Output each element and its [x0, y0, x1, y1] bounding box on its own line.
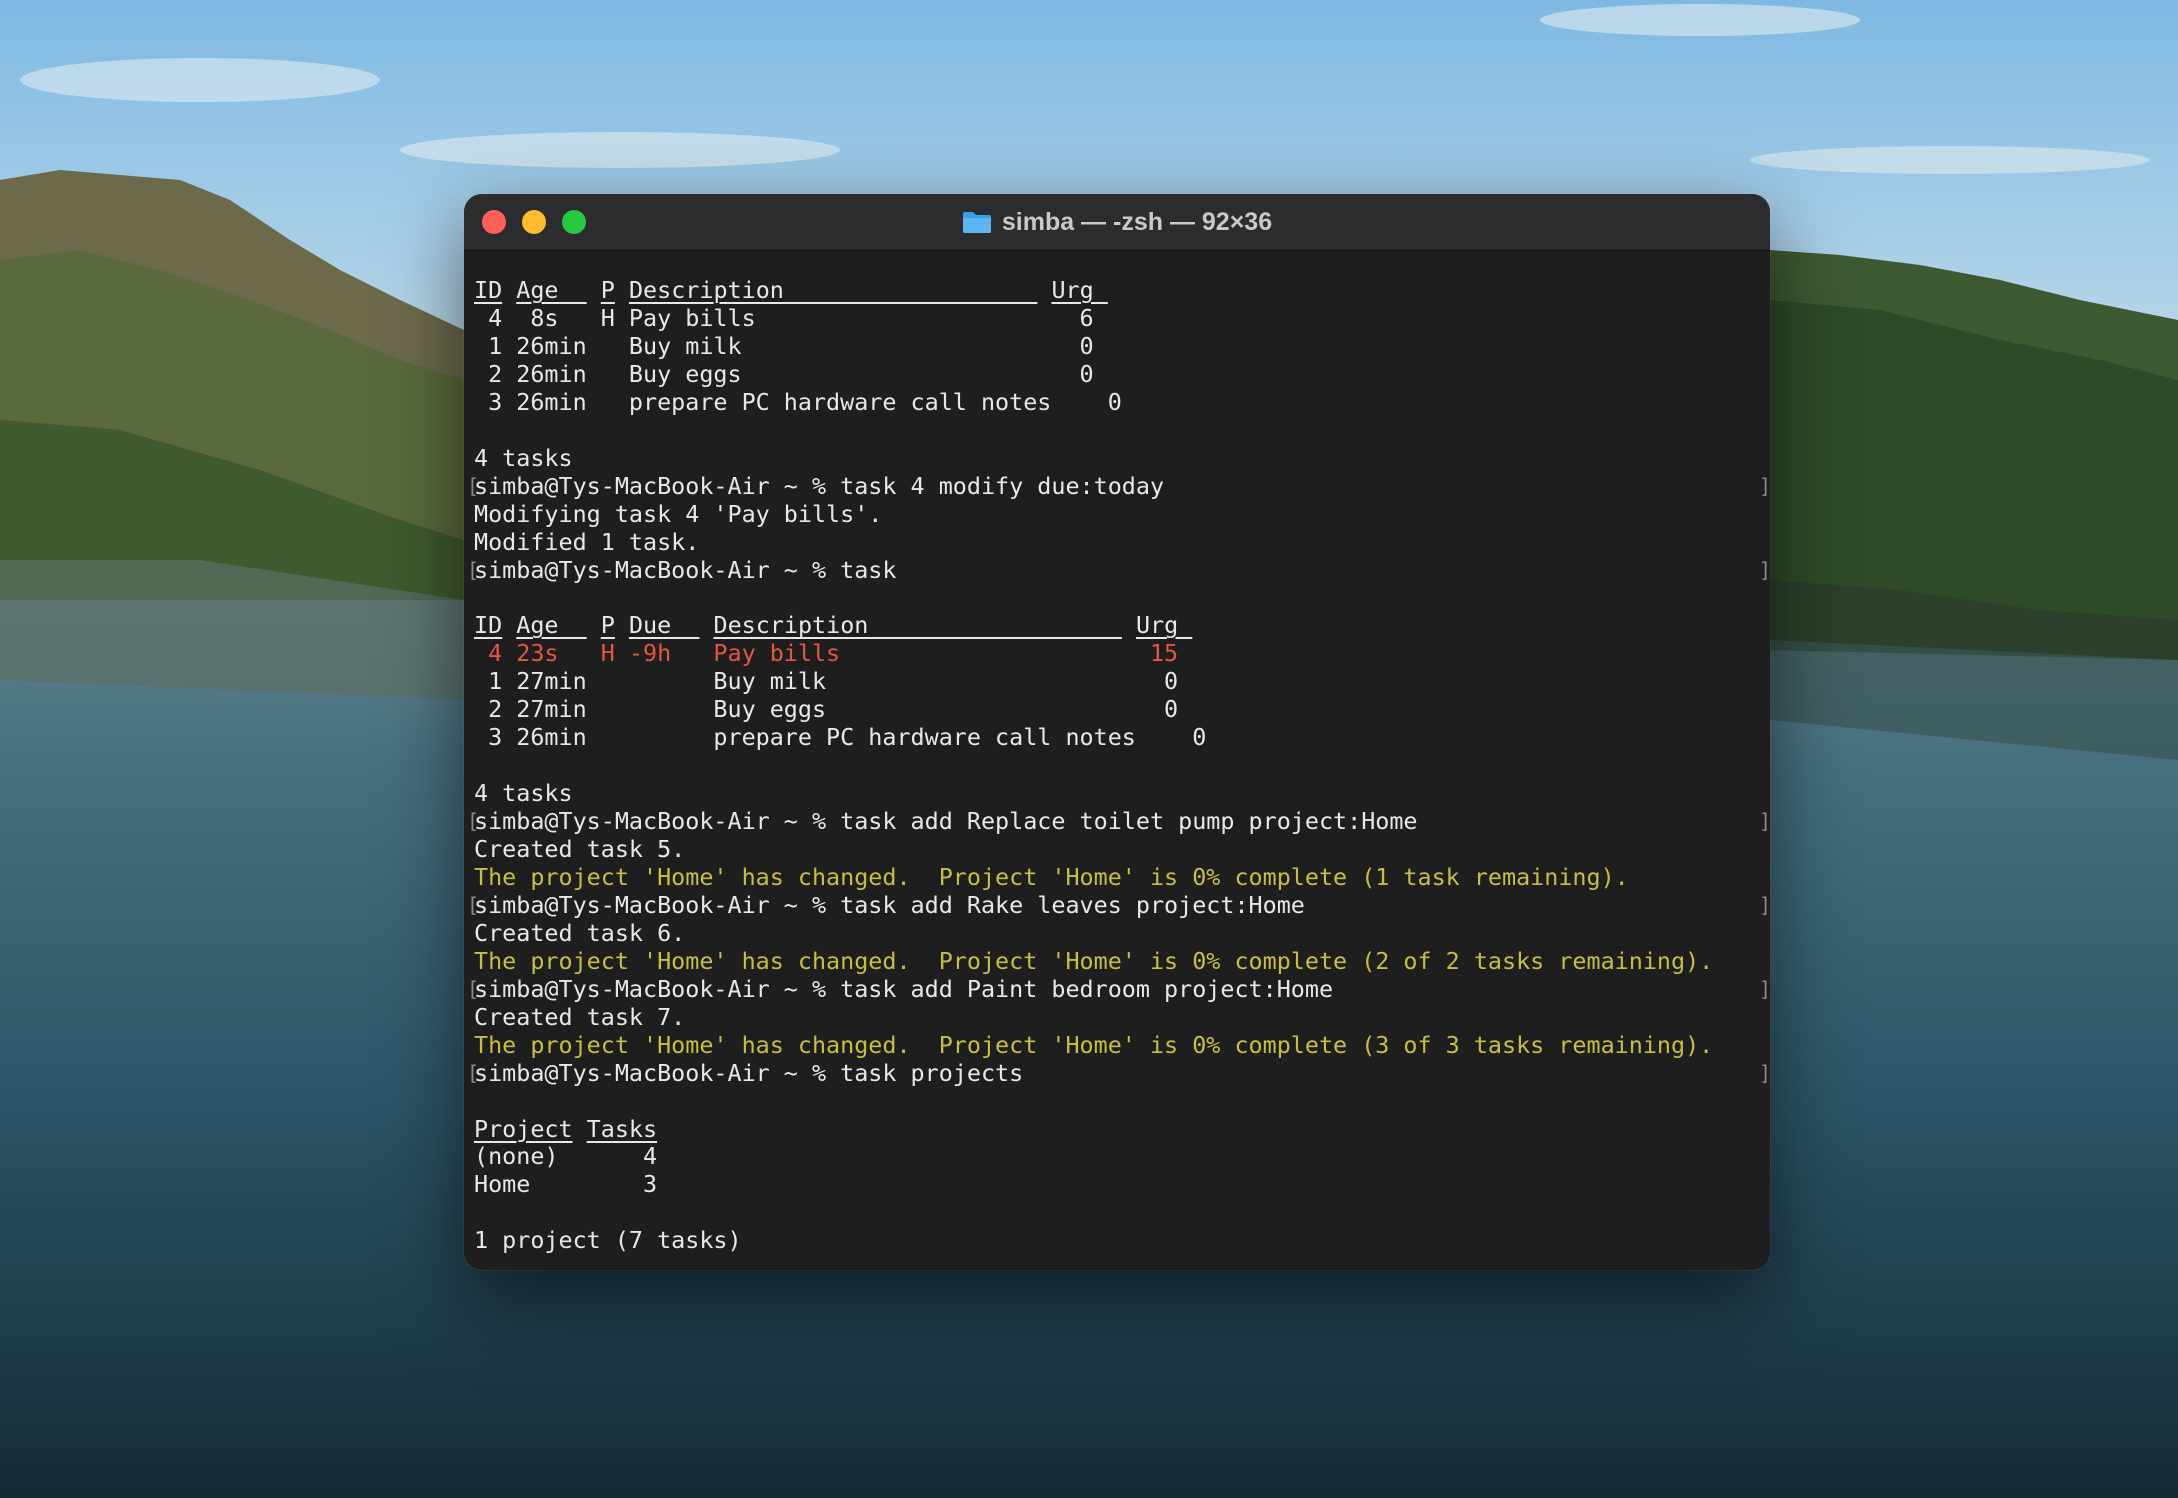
column-header: Urg: [1135, 611, 1193, 640]
column-header: P: [600, 276, 615, 304]
line-text: [615, 276, 629, 304]
line-text: Modifying task 4 'Pay bills'.: [474, 499, 883, 528]
output-line: 4 tasks: [474, 779, 573, 807]
prompt-line: simba@Tys-MacBook-Air ~ % task projects: [474, 1059, 1023, 1087]
line-text: [699, 611, 713, 639]
output-line: 4 8s H Pay bills 6: [474, 304, 1094, 332]
prompt-mark-left: [: [467, 976, 480, 1001]
column-header: ID: [474, 276, 503, 304]
line-text: 1 27min Buy milk 0: [474, 667, 1179, 696]
output-line: 3 26min prepare PC hardware call notes 0: [474, 723, 1206, 751]
line-text: (none) 4: [474, 1142, 658, 1171]
folder-icon: [962, 212, 991, 233]
prompt-mark-right: ]: [1759, 892, 1770, 917]
output-line: Created task 6.: [474, 919, 685, 947]
output-line: The project 'Home' has changed. Project …: [474, 863, 1629, 891]
terminal-window[interactable]: simba — -zsh — 92×36 ID Age P Descriptio…: [464, 194, 1770, 1270]
line-text: simba@Tys-MacBook-Air ~ % task add Paint…: [474, 974, 1334, 1003]
prompt-mark-left: [: [467, 1060, 480, 1085]
column-header: Tasks: [586, 1114, 658, 1143]
output-line: ID Age P Due Description Urg: [474, 611, 1192, 639]
prompt-mark-left: [: [467, 892, 480, 917]
line-text: 3 26min prepare PC hardware call notes 0: [474, 723, 1207, 752]
output-line: The project 'Home' has changed. Project …: [474, 1031, 1713, 1059]
line-text: 4 8s H Pay bills 6: [474, 303, 1094, 332]
column-header: Age: [516, 276, 587, 304]
line-text: Modified 1 task.: [474, 527, 700, 556]
output-line: 2 27min Buy eggs 0: [474, 695, 1178, 723]
line-text: simba@Tys-MacBook-Air ~ % task add Rake …: [474, 890, 1305, 919]
prompt-mark-right: ]: [1759, 557, 1770, 582]
prompt-line: simba@Tys-MacBook-Air ~ % task 4 modify …: [474, 472, 1164, 500]
column-header: ID: [474, 611, 503, 640]
output-line: 3 26min prepare PC hardware call notes 0: [474, 388, 1122, 416]
line-text: [1122, 611, 1136, 639]
column-header: Description: [628, 276, 1038, 304]
line-text: Home 3: [474, 1170, 658, 1199]
prompt-mark-right: ]: [1759, 809, 1770, 834]
line-text: Created task 7.: [474, 1002, 686, 1031]
output-line: Project Tasks: [474, 1115, 657, 1143]
column-header: P: [600, 611, 615, 640]
window-title: simba — -zsh — 92×36: [1001, 208, 1273, 236]
output-line: ID Age P Description Urg: [474, 276, 1108, 304]
output-line: Created task 5.: [474, 835, 685, 863]
line-text: The project 'Home' has changed. Project …: [474, 1030, 1714, 1059]
prompt-mark-left: [: [467, 557, 480, 582]
prompt-line: simba@Tys-MacBook-Air ~ % task add Paint…: [474, 975, 1333, 1003]
line-text: 4 tasks: [474, 779, 573, 808]
output-line: Home 3: [474, 1170, 657, 1198]
terminal-output[interactable]: ID Age P Description Urg 4 8s H Pay bill…: [464, 251, 1770, 1270]
line-text: 2 27min Buy eggs 0: [474, 695, 1179, 724]
prompt-line: simba@Tys-MacBook-Air ~ % task add Rake …: [474, 891, 1305, 919]
column-header: Project: [474, 1114, 573, 1143]
output-line: Modified 1 task.: [474, 528, 699, 556]
output-line: 1 26min Buy milk 0: [474, 332, 1094, 360]
line-text: simba@Tys-MacBook-Air ~ % task add Repla…: [474, 807, 1418, 836]
line-text: 2 26min Buy eggs 0: [474, 359, 1094, 388]
line-text: simba@Tys-MacBook-Air ~ % task: [474, 555, 897, 584]
line-text: The project 'Home' has changed. Project …: [474, 946, 1714, 975]
line-text: 1 26min Buy milk 0: [474, 331, 1094, 360]
prompt-mark-right: ]: [1759, 1060, 1770, 1085]
output-line: Created task 7.: [474, 1003, 685, 1031]
output-line: The project 'Home' has changed. Project …: [474, 947, 1713, 975]
prompt-line: simba@Tys-MacBook-Air ~ % task add Repla…: [474, 807, 1418, 835]
line-text: 3 26min prepare PC hardware call notes 0: [474, 387, 1122, 416]
line-text: Created task 6.: [474, 918, 686, 947]
prompt-mark-left: [: [467, 473, 480, 498]
line-text: 4 tasks: [474, 443, 573, 472]
line-text: simba@Tys-MacBook-Air ~ % task 4 modify …: [474, 471, 1165, 500]
prompt-mark-right: ]: [1759, 976, 1770, 1001]
line-text: The project 'Home' has changed. Project …: [474, 862, 1629, 891]
line-text: [573, 1115, 587, 1143]
line-text: simba@Tys-MacBook-Air ~ % task projects: [474, 1058, 1024, 1087]
output-line: Modifying task 4 'Pay bills'.: [474, 500, 882, 528]
line-text: [587, 611, 601, 639]
line-text: [1037, 276, 1051, 304]
output-line: 4 tasks: [474, 444, 573, 472]
line-text: Created task 5.: [474, 835, 686, 863]
column-header: Due: [628, 611, 700, 640]
line-text: [587, 276, 601, 304]
line-text: 1 project (7 tasks): [474, 1226, 742, 1255]
line-text: [615, 611, 629, 639]
line-text: [502, 611, 516, 639]
column-header: Description: [713, 611, 1122, 640]
output-line: 2 26min Buy eggs 0: [474, 360, 1094, 388]
title-bar[interactable]: simba — -zsh — 92×36: [464, 194, 1770, 251]
output-line: 1 project (7 tasks): [474, 1226, 742, 1254]
window-title-area: simba — -zsh — 92×36: [464, 194, 1770, 250]
prompt-mark-left: [: [467, 809, 480, 834]
prompt-line: simba@Tys-MacBook-Air ~ % task: [474, 556, 896, 584]
output-line: (none) 4: [474, 1142, 657, 1170]
line-text: 4 23s H -9h Pay bills 15: [474, 639, 1179, 668]
output-line: 4 23s H -9h Pay bills 15: [474, 639, 1178, 667]
column-header: Urg: [1051, 276, 1108, 304]
prompt-mark-right: ]: [1759, 473, 1770, 498]
output-line: 1 27min Buy milk 0: [474, 667, 1178, 695]
column-header: Age: [516, 611, 587, 640]
line-text: [502, 276, 516, 304]
